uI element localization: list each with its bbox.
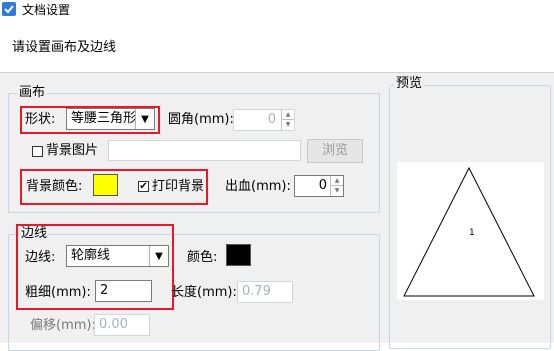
preview-label: 1 — [469, 228, 475, 238]
corner-label: 圆角(mm): — [168, 112, 234, 127]
width-value: 2 — [100, 283, 109, 298]
preview-title: 预览 — [394, 76, 425, 91]
width-label: 粗细(mm): — [25, 285, 91, 300]
canvas-group-title: 画布 — [17, 85, 48, 100]
border-group-title: 边线 — [19, 226, 50, 241]
title-bar: 文档设置 — [0, 0, 554, 20]
shape-select[interactable]: 等腰三角形 ▼ — [66, 108, 155, 130]
bg-color-swatch[interactable] — [93, 174, 118, 196]
app-icon — [2, 2, 16, 16]
shape-value: 等腰三角形 — [71, 111, 137, 126]
shape-label: 形状: — [25, 112, 56, 127]
bg-color-label: 背景颜色: — [26, 179, 83, 194]
line-select[interactable]: 轮廓线 ▼ — [66, 245, 169, 267]
bg-image-checkbox[interactable] — [32, 146, 43, 157]
bleed-label: 出血(mm): — [225, 179, 291, 194]
border-color-swatch[interactable] — [226, 244, 251, 266]
bg-image-path-input[interactable] — [108, 140, 301, 161]
corner-spinner[interactable]: ▲ ▼ — [281, 110, 294, 130]
offset-label: 偏移(mm): — [30, 318, 96, 333]
bleed-value: 0 — [318, 178, 327, 193]
chevron-down-icon[interactable]: ▼ — [149, 246, 168, 266]
length-value: 0.79 — [242, 284, 271, 299]
window-title: 文档设置 — [22, 3, 71, 17]
offset-input[interactable]: 0.00 — [94, 314, 150, 336]
bleed-spinner[interactable]: ▲ ▼ — [330, 176, 343, 196]
bleed-input[interactable]: 0 ▲ ▼ — [294, 175, 344, 197]
line-label: 边线: — [25, 250, 56, 265]
preview-canvas: 1 — [397, 162, 544, 300]
width-input[interactable]: 2 — [95, 280, 152, 302]
length-label: 长度(mm): — [171, 285, 237, 300]
offset-value: 0.00 — [99, 317, 128, 332]
browse-button[interactable]: 浏览 — [307, 139, 363, 163]
line-value: 轮廓线 — [71, 248, 111, 263]
corner-input[interactable]: 0 ▲ ▼ — [233, 109, 295, 131]
corner-value: 0 — [267, 112, 276, 127]
chevron-down-icon[interactable]: ▼ — [135, 109, 154, 129]
border-color-label: 颜色: — [187, 250, 218, 265]
dialog-header: 请设置画布及边线 — [0, 20, 554, 73]
print-bg-checkbox[interactable]: ✔ — [138, 181, 149, 192]
length-input[interactable]: 0.79 — [237, 281, 293, 303]
instruction-text: 请设置画布及边线 — [12, 40, 117, 55]
bg-image-label: 背景图片 — [46, 143, 99, 158]
print-bg-label: 打印背景 — [152, 179, 205, 194]
